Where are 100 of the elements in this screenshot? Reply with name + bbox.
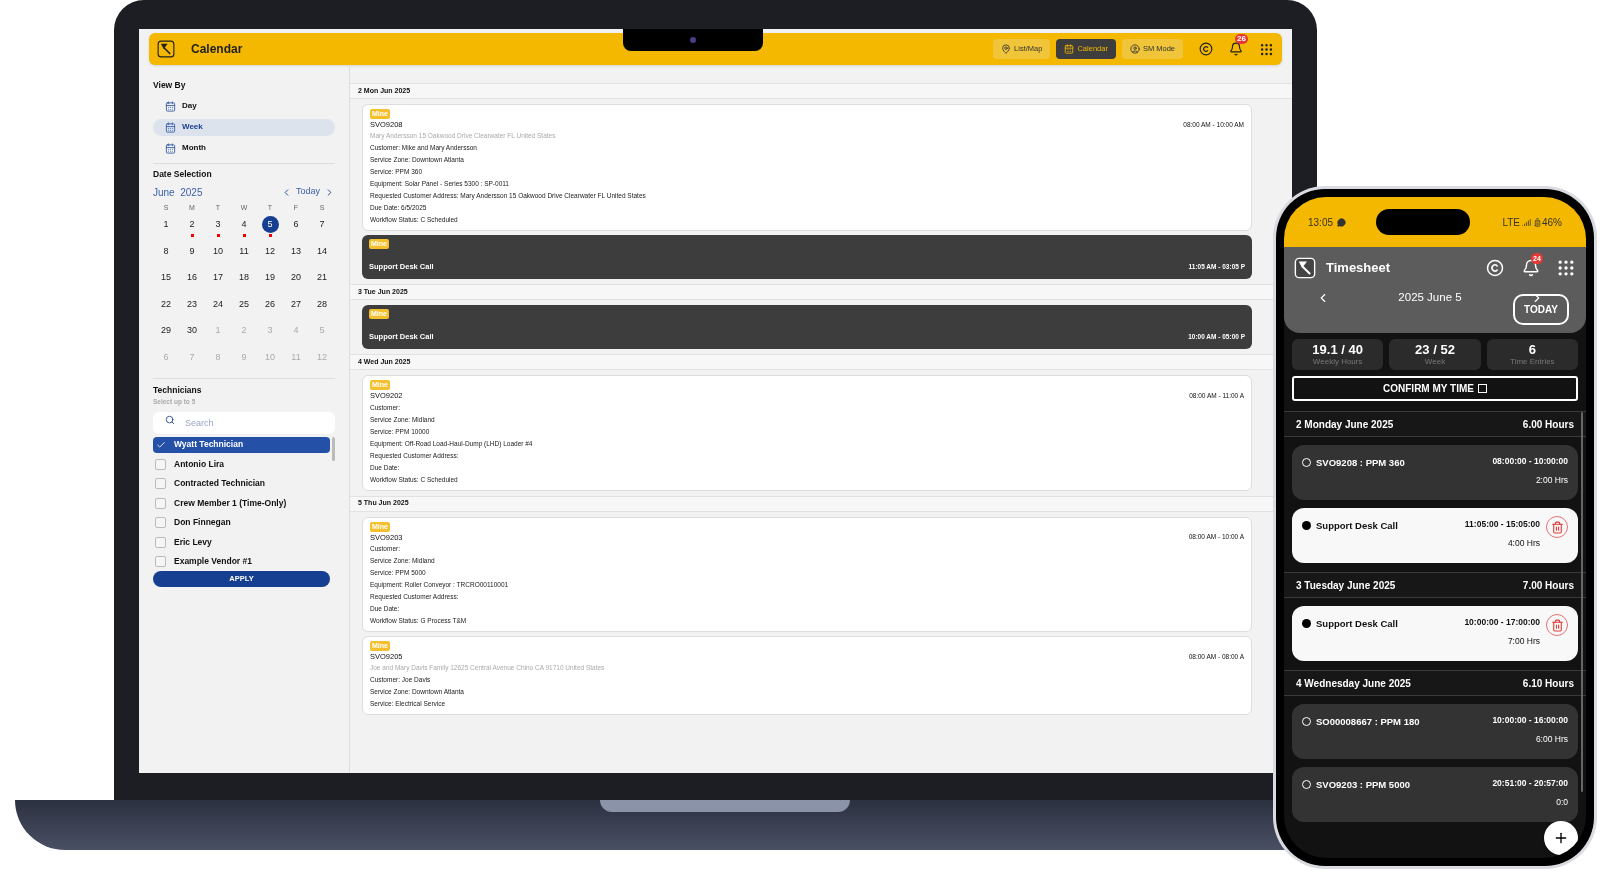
technician-item[interactable]: Example Vendor #1 (153, 553, 330, 570)
clock-text: 13:05 (1308, 215, 1334, 230)
calendar-day[interactable]: 18 (235, 269, 253, 291)
calendar-day[interactable]: 20 (287, 269, 305, 291)
entry-duration: 0:0 (1556, 795, 1568, 809)
calendar-day[interactable]: 29 (157, 322, 175, 344)
calendar-day[interactable]: 6 (287, 216, 305, 238)
section-title: Date Selection (153, 167, 213, 181)
notification-badge: 26 (1235, 34, 1248, 44)
calendar-day[interactable]: 16 (183, 269, 201, 291)
calendar-day[interactable]: 30 (183, 322, 201, 344)
message-icon (1337, 217, 1347, 227)
day-date: 4 Wednesday June 2025 (1296, 676, 1411, 691)
entry-time: 10:00:00 - 16:00:00 (1492, 714, 1568, 727)
trash-icon (1550, 520, 1564, 534)
entry-duration: 7:00 Hrs (1507, 634, 1540, 648)
calendar-day[interactable]: 22 (157, 295, 175, 318)
add-button[interactable] (1544, 821, 1578, 855)
calendar-day[interactable]: 2 (183, 216, 201, 238)
calendar-icon (165, 121, 176, 133)
calendar-day[interactable]: 9 (183, 242, 201, 265)
battery-text: 46% (1542, 215, 1562, 230)
entry-title: Support Desk Call (1316, 519, 1398, 533)
calendar-day[interactable]: 12 (261, 242, 279, 265)
scrollbar (332, 436, 335, 461)
calendar-day[interactable]: 19 (261, 269, 279, 291)
day-hours: 6.00 Hours (1522, 417, 1574, 432)
logo-icon (1294, 257, 1316, 279)
calendar-day[interactable]: 10 (209, 242, 227, 265)
today-button[interactable]: TODAY (1513, 294, 1569, 325)
calendar-day[interactable]: 1 (157, 216, 175, 238)
view-option[interactable]: Week (153, 118, 335, 136)
calendar-icon (165, 100, 176, 112)
technician-item[interactable]: Eric Levy (153, 534, 330, 551)
entry-title: SVO9203 : PPM 5000 (1316, 778, 1410, 792)
calendar-day[interactable]: 14 (313, 242, 331, 265)
stat-value: 6 (1528, 342, 1536, 357)
screen-title: Timesheet (1326, 259, 1391, 278)
calendar-icon (165, 142, 176, 154)
battery-icon (1533, 217, 1542, 227)
signal-icon (1522, 217, 1531, 227)
stat-label: Weekly Hours (1312, 356, 1363, 367)
entry-time: 20:51:00 - 20:57:00 (1492, 777, 1568, 790)
entry-duration: 2:00 Hrs (1535, 473, 1568, 487)
calendar-day[interactable]: 8 (157, 242, 175, 265)
page-title: Calendar (191, 41, 243, 58)
technician-item[interactable]: Don Finnegan (153, 514, 330, 531)
technician-item[interactable]: Wyatt Technician (153, 436, 330, 453)
section-title: Technicians (153, 384, 203, 397)
notification-bell-icon[interactable] (1522, 259, 1540, 277)
entry-duration: 4:00 Hrs (1507, 536, 1540, 550)
calendar-day[interactable]: 13 (287, 242, 305, 265)
day-hours: 6.10 Hours (1522, 676, 1574, 691)
plus-icon (1553, 830, 1569, 846)
pin-icon (1001, 44, 1012, 54)
technician-item[interactable]: Antonio Lira (153, 456, 330, 473)
copyright-icon[interactable] (1199, 42, 1213, 56)
calendar-day[interactable]: 24 (209, 295, 227, 318)
view-option[interactable]: Month (153, 139, 335, 157)
view-option[interactable]: Day (153, 97, 335, 115)
calendar-day[interactable]: 15 (157, 269, 175, 291)
calendar-day[interactable]: 11 (235, 242, 253, 265)
apps-grid-icon[interactable] (1259, 41, 1274, 57)
confirm-time-button[interactable]: CONFIRM MY TIME (1292, 376, 1578, 401)
stat-value: 23 / 52 (1415, 342, 1455, 357)
logo-icon (157, 40, 175, 58)
entry-duration: 6:00 Hrs (1535, 732, 1568, 746)
calendar-day[interactable]: 17 (209, 269, 227, 291)
trash-icon (1550, 618, 1564, 632)
time-entry-card[interactable]: SO00008667 : PPM 180 10:00:00 - 16:00:00 6:00 Hrs (1292, 704, 1578, 759)
month-label: June 2025 (153, 185, 203, 200)
search-field[interactable]: Search (153, 411, 335, 434)
time-entry-card[interactable]: SVO9208 : PPM 360 08:00:00 - 10:00:00 2:00 Hrs (1292, 445, 1578, 500)
user-icon (1129, 44, 1140, 54)
entry-time: 08:00:00 - 10:00:00 (1492, 455, 1568, 468)
calendar-day[interactable]: 3 (209, 216, 227, 238)
time-entry-card[interactable]: SVO9203 : PPM 5000 20:51:00 - 20:57:00 0:0 (1292, 767, 1578, 822)
calendar-day[interactable]: 21 (313, 269, 331, 291)
calendar-day[interactable]: 26 (261, 295, 279, 318)
stat-label: Week (1424, 356, 1446, 367)
apps-grid-icon[interactable] (1556, 258, 1576, 278)
time-entry-card[interactable]: Support Desk Call 11:05:00 - 15:05:00 4:00 Hrs (1292, 508, 1578, 563)
calendar-day[interactable]: 28 (313, 295, 331, 318)
calendar-day[interactable]: 27 (287, 295, 305, 318)
technician-item[interactable]: Crew Member 1 (Time-Only) (153, 495, 330, 512)
entry-title: SO00008667 : PPM 180 (1316, 715, 1420, 729)
today-link[interactable]: Today (295, 185, 320, 199)
entry-title: Support Desk Call (1316, 617, 1398, 631)
calendar-day[interactable]: 25 (235, 295, 253, 318)
calendar-day[interactable]: 4 (235, 216, 253, 238)
calendar-day[interactable]: 7 (313, 216, 331, 238)
time-entry-card[interactable]: Support Desk Call 10:00:00 - 17:00:00 7:00 Hrs (1292, 606, 1578, 661)
entry-title: SVO9208 : PPM 360 (1316, 456, 1405, 470)
network-text: LTE (1502, 215, 1520, 230)
date-label: 2025 June 5 (1397, 290, 1463, 305)
technician-item[interactable]: Contracted Technician (153, 475, 330, 492)
stat-label: Time Entries (1510, 356, 1555, 367)
notification-bell-icon[interactable] (1229, 42, 1243, 56)
calendar-day[interactable]: 23 (183, 295, 201, 318)
stat-value: 19.1 / 40 (1312, 342, 1363, 357)
